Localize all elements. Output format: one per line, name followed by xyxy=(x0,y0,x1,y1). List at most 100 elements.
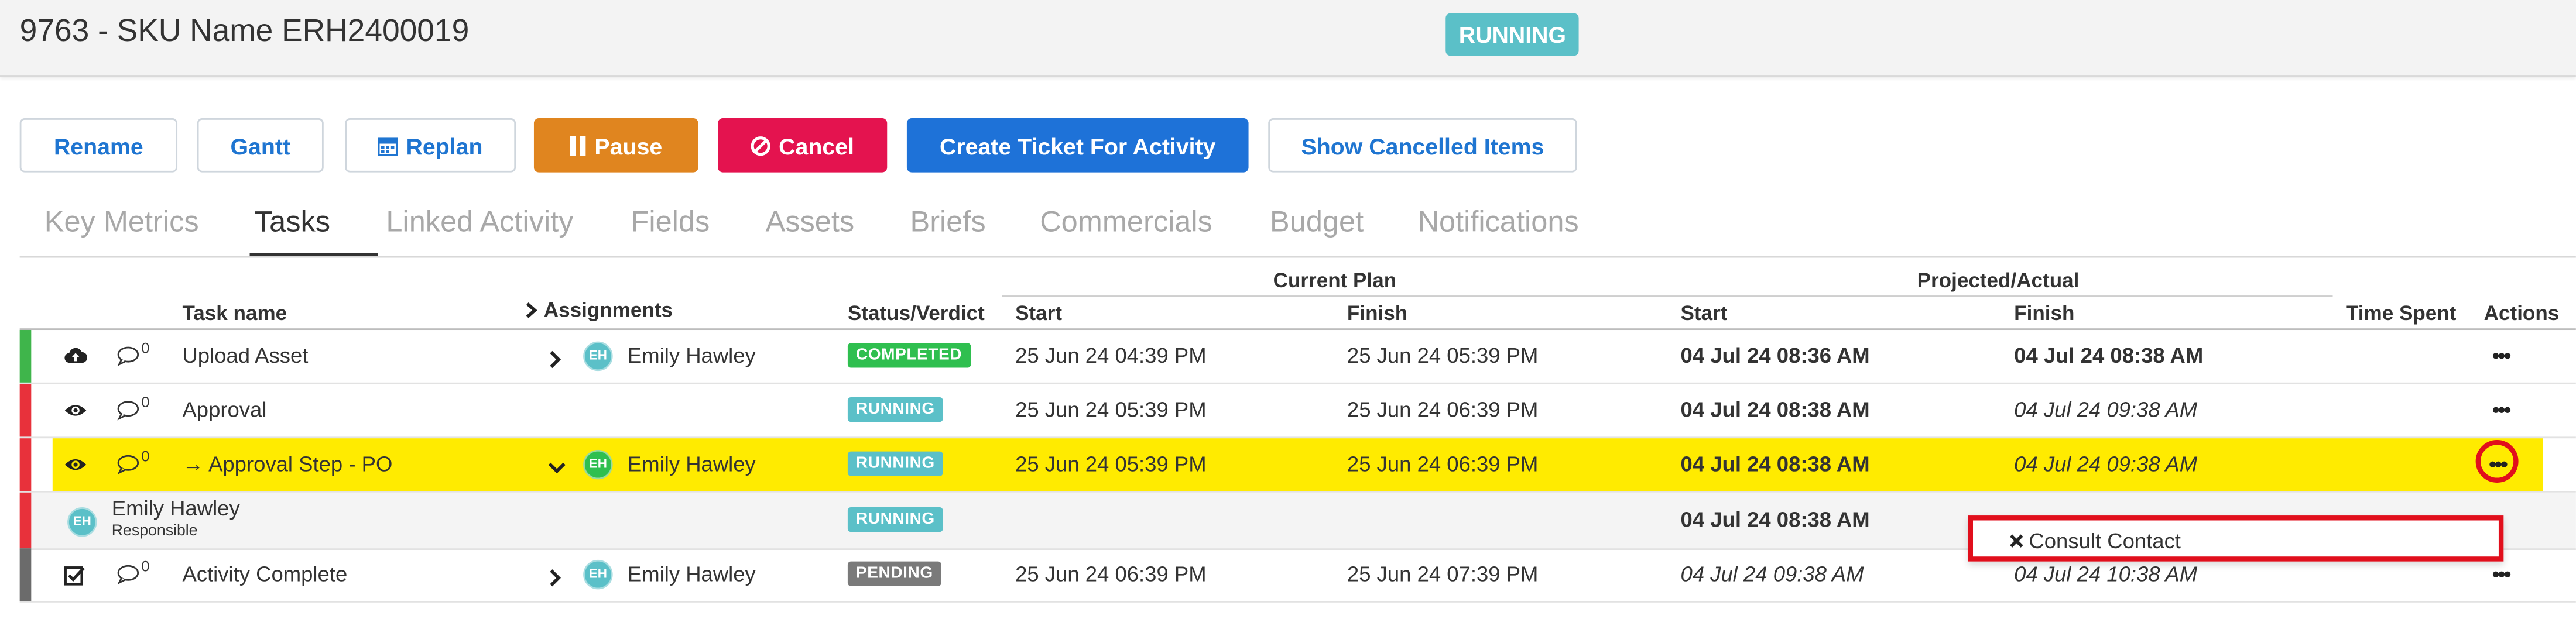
avatar: EH xyxy=(67,507,97,537)
table-row-highlighted[interactable]: 0 → Approval Step - PO EH Emily Hawley R… xyxy=(19,438,2576,493)
more-actions-button[interactable]: ••• xyxy=(2492,562,2512,586)
table-row[interactable]: 0 Approval RUNNING 25 Jun 24 05:39 PM 25… xyxy=(19,384,2576,439)
task-status-bar xyxy=(19,492,32,549)
tab-notifications[interactable]: Notifications xyxy=(1418,205,1579,240)
projected-finish: 04 Jul 24 09:38 AM xyxy=(2014,397,2198,422)
comment-icon[interactable] xyxy=(117,401,139,421)
tab-linked-activity[interactable]: Linked Activity xyxy=(386,205,573,240)
table-row[interactable]: 0 Upload Asset EH Emily Hawley COMPLETED… xyxy=(19,330,2576,384)
consult-contact-menu-item[interactable]: Consult Contact xyxy=(2009,529,2181,553)
header-bar: 9763 - SKU Name ERH2400019 RUNNING xyxy=(0,0,2576,77)
show-cancelled-button[interactable]: Show Cancelled Items xyxy=(1268,118,1577,173)
tab-key-metrics[interactable]: Key Metrics xyxy=(44,205,199,240)
create-ticket-label: Create Ticket For Activity xyxy=(939,132,1216,159)
active-tab-underline xyxy=(249,253,378,256)
projected-start: 04 Jul 24 08:38 AM xyxy=(1680,397,1870,422)
comment-icon[interactable] xyxy=(117,346,139,366)
pause-label: Pause xyxy=(594,132,663,159)
assignee-role: Responsible xyxy=(111,522,198,541)
more-actions-button[interactable]: ••• xyxy=(2492,397,2512,422)
pause-button[interactable]: Pause xyxy=(533,118,698,173)
create-ticket-button[interactable]: Create Ticket For Activity xyxy=(906,118,1249,173)
current-start-header[interactable]: Start xyxy=(1015,302,1062,325)
projected-finish: 04 Jul 24 09:38 AM xyxy=(2014,451,2198,476)
current-start: 25 Jun 24 05:39 PM xyxy=(1015,397,1207,422)
current-finish: 25 Jun 24 06:39 PM xyxy=(1347,397,1539,422)
checkbox-icon xyxy=(64,566,85,586)
actions-context-menu: Consult Contact xyxy=(1968,515,2504,562)
assignee-name[interactable]: Emily Hawley xyxy=(628,438,756,491)
projected-start: 04 Jul 24 08:38 AM xyxy=(1680,451,1870,476)
task-name[interactable]: Upload Asset xyxy=(182,330,308,383)
cancel-label: Cancel xyxy=(779,132,854,159)
projected-actual-header: Projected/Actual xyxy=(1917,269,2080,293)
projected-start: 04 Jul 24 08:36 AM xyxy=(1680,343,1870,368)
tab-budget[interactable]: Budget xyxy=(1270,205,1364,240)
comment-count: 0 xyxy=(141,558,150,575)
chevron-right-icon[interactable] xyxy=(549,568,561,588)
ban-icon xyxy=(751,135,770,155)
task-name[interactable]: Approval xyxy=(182,384,266,437)
tab-briefs[interactable]: Briefs xyxy=(910,205,986,240)
eye-icon xyxy=(64,405,87,416)
cancel-button[interactable]: Cancel xyxy=(718,118,888,173)
replan-button[interactable]: Replan xyxy=(345,118,516,173)
tab-fields[interactable]: Fields xyxy=(631,205,710,240)
task-status-bar xyxy=(19,438,32,491)
pause-icon xyxy=(570,135,585,156)
comment-count: 0 xyxy=(141,448,150,465)
task-name[interactable]: Activity Complete xyxy=(182,548,347,601)
current-finish: 25 Jun 24 07:39 PM xyxy=(1347,561,1539,586)
assignee-name[interactable]: Emily Hawley xyxy=(112,496,240,520)
projected-finish-header[interactable]: Finish xyxy=(2014,302,2074,325)
rename-label: Rename xyxy=(53,132,143,159)
more-actions-button[interactable]: ••• xyxy=(2492,343,2512,367)
task-status-bar xyxy=(19,548,32,601)
gantt-button[interactable]: Gantt xyxy=(197,118,324,173)
group-header-divider xyxy=(1002,295,2333,297)
status-badge: RUNNING xyxy=(847,451,943,476)
comment-count: 0 xyxy=(141,394,150,411)
current-start: 25 Jun 24 05:39 PM xyxy=(1015,451,1207,476)
status-badge: RUNNING xyxy=(847,397,943,422)
task-status-bar xyxy=(19,330,32,383)
tab-tasks[interactable]: Tasks xyxy=(255,205,330,240)
time-spent-header[interactable]: Time Spent xyxy=(2346,302,2456,325)
projected-start: 04 Jul 24 09:38 AM xyxy=(1680,561,1864,586)
current-plan-header: Current Plan xyxy=(1273,269,1397,293)
chevron-right-icon[interactable] xyxy=(549,350,561,370)
avatar: EH xyxy=(583,341,613,372)
comment-icon[interactable] xyxy=(117,455,139,474)
task-name[interactable]: → Approval Step - PO xyxy=(182,438,392,491)
avatar: EH xyxy=(583,449,613,480)
close-icon xyxy=(2010,534,2023,548)
assignee-name[interactable]: Emily Hawley xyxy=(628,548,756,601)
consult-contact-label: Consult Contact xyxy=(2029,528,2181,553)
status-header[interactable]: Status/Verdict xyxy=(848,302,985,325)
current-finish-header[interactable]: Finish xyxy=(1347,302,1407,325)
chevron-down-icon[interactable] xyxy=(547,461,567,474)
task-name-header[interactable]: Task name xyxy=(182,302,287,325)
actions-header: Actions xyxy=(2483,302,2560,325)
assignments-label: Assignments xyxy=(543,298,673,322)
projected-start: 04 Jul 24 08:38 AM xyxy=(1680,507,1870,532)
comment-icon[interactable] xyxy=(117,565,139,584)
rename-button[interactable]: Rename xyxy=(19,118,178,173)
tab-commercials[interactable]: Commercials xyxy=(1040,205,1212,240)
projected-start-header[interactable]: Start xyxy=(1681,302,1728,325)
avatar: EH xyxy=(583,559,613,590)
gantt-label: Gantt xyxy=(230,132,291,159)
page-title: 9763 - SKU Name ERH2400019 xyxy=(19,15,470,50)
activity-status-badge: RUNNING xyxy=(1445,13,1580,56)
chevron-right-icon[interactable] xyxy=(526,302,537,318)
calendar-icon xyxy=(378,137,398,156)
replan-label: Replan xyxy=(406,132,483,159)
status-badge: RUNNING xyxy=(847,507,943,532)
tab-assets[interactable]: Assets xyxy=(766,205,855,240)
projected-finish: 04 Jul 24 08:38 AM xyxy=(2014,343,2204,368)
current-start: 25 Jun 24 06:39 PM xyxy=(1015,561,1207,586)
more-actions-button[interactable]: ••• xyxy=(2489,452,2508,476)
assignments-header[interactable]: Assignments xyxy=(526,299,673,322)
show-cancelled-label: Show Cancelled Items xyxy=(1301,132,1544,159)
assignee-name[interactable]: Emily Hawley xyxy=(628,330,756,383)
